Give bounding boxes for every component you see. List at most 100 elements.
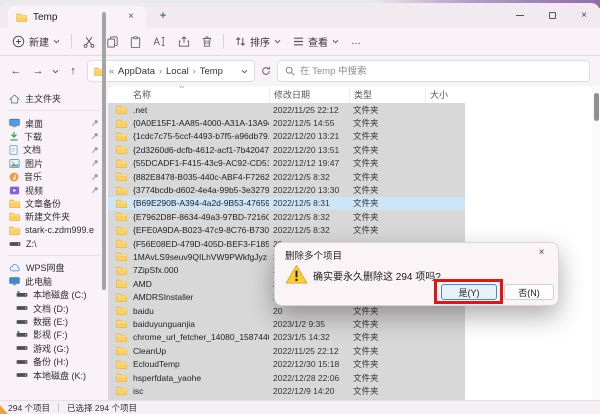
file-date: 2022/12/5 8:32 [269, 172, 349, 182]
view-list-icon [293, 37, 304, 46]
file-date: 2022/12/9 14:20 [269, 386, 349, 396]
file-row[interactable]: isc2022/12/9 14:20文件夹 [108, 384, 465, 397]
delete-confirm-dialog: 删除多个项目 × 确实要永久删除这 294 项吗? 是(Y) 否(N) [274, 242, 559, 306]
sidebar-item[interactable]: 影视 (F:) [0, 328, 108, 341]
sort-button[interactable]: 排序 [229, 31, 287, 53]
sidebar-item[interactable]: 新建文件夹 [0, 210, 108, 223]
view-button[interactable]: 查看 [287, 31, 345, 53]
file-row[interactable]: {E7962D8F-8634-49a3-97BD-7216C3...2022/1… [108, 210, 465, 223]
tab-temp[interactable]: Temp × [8, 6, 146, 28]
breadcrumb-segment[interactable]: Temp [200, 66, 223, 77]
file-row[interactable]: .net2022/11/25 22:12文件夹 [108, 103, 465, 116]
sidebar-item[interactable]: 视频 [0, 183, 108, 196]
folder-icon [116, 252, 127, 261]
tab-close-icon[interactable]: × [124, 10, 138, 24]
sidebar-item[interactable]: 数据 (E:) [0, 315, 108, 328]
sidebar-item[interactable]: stark-c.zdm999.e [0, 224, 108, 237]
yes-button[interactable]: 是(Y) [441, 284, 497, 300]
file-row[interactable]: CleanUp2022/11/25 22:12文件夹 [108, 344, 465, 357]
file-row[interactable]: {B69E290B-A394-4a2d-9B53-476596...2022/1… [108, 197, 465, 210]
file-type: 文件夹 [349, 130, 425, 142]
file-name: CleanUp [133, 346, 269, 356]
paste-button[interactable] [124, 31, 147, 53]
sidebar-item[interactable]: 本地磁盘 (K:) [0, 368, 108, 381]
folder-icon [116, 119, 127, 128]
sidebar-item[interactable]: 文档 (D:) [0, 301, 108, 314]
history-chevron-icon[interactable] [52, 69, 59, 74]
file-name: EcloudTemp [133, 359, 269, 369]
column-header-size[interactable]: 大小 [425, 88, 465, 102]
navigation-bar: ← → ↑ «AppData›Local›Temp [0, 56, 600, 86]
new-tab-button[interactable]: + [154, 7, 172, 25]
file-row[interactable]: {EFE0A9DA-B023-47c9-8C76-B73033...2022/1… [108, 224, 465, 237]
file-row[interactable]: baiduyunguanjia2023/1/2 9:35文件夹 [108, 317, 465, 330]
file-row[interactable]: {2d3260d6-dcfb-4612-acf1-7b42047...2022/… [108, 143, 465, 156]
file-row[interactable]: {0A0E15F1-AA85-4000-A31A-13A94...2022/12… [108, 116, 465, 129]
sidebar-item[interactable]: Z:\ [0, 237, 108, 250]
file-row[interactable]: hsperfdata_yaohe2022/12/28 22:06文件夹 [108, 371, 465, 384]
file-row[interactable]: chrome_url_fetcher_14080_1587440...2023/… [108, 331, 465, 344]
rename-button[interactable] [147, 31, 172, 53]
file-type: 文件夹 [349, 117, 425, 129]
file-row[interactable]: {55DCADF1-F415-43c9-AC92-CD512...2022/12… [108, 157, 465, 170]
file-name: baidu [133, 306, 269, 316]
file-type: 文件夹 [349, 385, 425, 397]
file-row[interactable]: {1cdc7c75-5ccf-4493-b7f5-a96db79...2022/… [108, 130, 465, 143]
sidebar-item[interactable]: 桌面 [0, 116, 108, 129]
refresh-icon[interactable] [261, 66, 271, 76]
file-row[interactable]: {882E8478-B035-440c-ABF4-F7262D...2022/1… [108, 170, 465, 183]
search-input[interactable] [300, 66, 582, 77]
share-button[interactable] [172, 31, 196, 53]
delete-button[interactable] [196, 31, 218, 53]
sidebar-item[interactable]: 主文件夹 [0, 92, 108, 105]
column-header-name[interactable]: 名称 [112, 88, 269, 101]
dialog-close-icon[interactable]: × [534, 246, 549, 261]
breadcrumb[interactable]: «AppData›Local›Temp [87, 60, 255, 82]
sidebar-item[interactable]: 音乐 [0, 170, 108, 183]
status-separator [58, 403, 59, 412]
download-icon [9, 131, 19, 141]
tab-title: Temp [33, 12, 57, 23]
maximize-button[interactable] [536, 3, 568, 28]
back-button[interactable]: ← [8, 65, 24, 77]
sidebar-item[interactable]: 文章备份 [0, 197, 108, 210]
column-header-type[interactable]: 类型 [349, 88, 425, 102]
file-type: 文件夹 [349, 372, 425, 384]
cut-button[interactable] [77, 31, 101, 53]
breadcrumb-segment[interactable]: Local [166, 66, 189, 77]
file-name: {0A0E15F1-AA85-4000-A31A-13A94... [133, 118, 269, 128]
file-row[interactable]: EcloudTemp2022/12/30 15:18文件夹 [108, 357, 465, 370]
no-button[interactable]: 否(N) [504, 284, 554, 300]
sidebar-scrollbar[interactable] [102, 12, 106, 290]
breadcrumb-overflow[interactable]: « [109, 66, 114, 76]
file-row[interactable]: {3774bcdb-d602-4e4a-99b5-3e3279...2022/1… [108, 183, 465, 196]
file-type: 文件夹 [349, 305, 425, 317]
sidebar-item[interactable]: 下载 [0, 130, 108, 143]
sidebar-item[interactable]: 文档 [0, 143, 108, 156]
breadcrumb-chevron-icon[interactable] [241, 69, 248, 74]
view-button-label: 查看 [308, 34, 328, 49]
file-name: baiduyunguanjia [133, 319, 269, 329]
file-date: 2022/12/20 13:51 [269, 145, 349, 155]
minimize-button[interactable] [504, 3, 536, 28]
sidebar-item[interactable]: 备份 (H:) [0, 355, 108, 368]
breadcrumb-segment[interactable]: AppData [118, 66, 155, 77]
sidebar-item[interactable]: 游戏 (G:) [0, 342, 108, 355]
sidebar-item[interactable]: 本地磁盘 (C:) [0, 288, 108, 301]
sidebar-item[interactable]: 此电脑 [0, 275, 108, 288]
file-type: 文件夹 [349, 144, 425, 156]
file-type: 文件夹 [349, 184, 425, 196]
more-button[interactable]: … [345, 31, 367, 53]
scrollbar-thumb[interactable] [594, 93, 599, 121]
new-button[interactable]: 新建 [6, 31, 66, 53]
file-type: 文件夹 [349, 211, 425, 223]
sidebar-item[interactable]: WPS网盘 [0, 261, 108, 274]
sidebar-item[interactable]: 图片 [0, 157, 108, 170]
close-button[interactable]: × [568, 3, 600, 28]
file-type: 文件夹 [349, 171, 425, 183]
forward-button[interactable]: → [30, 65, 46, 77]
up-button[interactable]: ↑ [65, 65, 81, 77]
column-header-date[interactable]: 修改日期 [269, 88, 349, 102]
scrollbar-track[interactable] [592, 86, 600, 400]
folder-icon [116, 279, 127, 288]
